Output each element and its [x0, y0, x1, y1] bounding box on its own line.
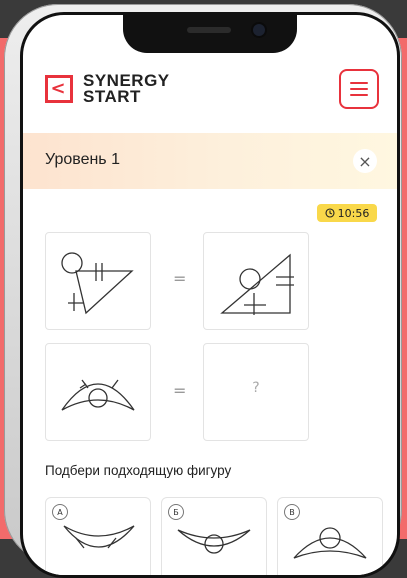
equals-sign: = — [173, 381, 187, 400]
clock-icon — [325, 208, 335, 218]
option-b[interactable]: Б — [161, 497, 267, 575]
hamburger-icon-line — [350, 82, 368, 84]
puzzle-card-answer: ? — [203, 343, 309, 441]
prompt-text: Подбери подходящую фигуру — [45, 463, 232, 478]
figure-crescent — [61, 379, 135, 411]
close-icon[interactable]: × — [353, 149, 377, 173]
logo-line-2: START — [83, 87, 141, 106]
option-a[interactable]: А — [45, 497, 151, 575]
hamburger-icon-line — [350, 88, 368, 90]
menu-button[interactable] — [339, 69, 379, 109]
option-c[interactable]: В — [277, 497, 383, 575]
equals-sign: = — [173, 269, 187, 288]
level-bar: Уровень 1 × — [23, 133, 397, 189]
timer-badge: 10:56 — [317, 204, 377, 222]
puzzle-card-1a — [45, 232, 151, 330]
camera-icon — [253, 24, 265, 36]
phone-frame: < SYNERGY START Уровень 1 × 10:56 = = ? … — [4, 4, 402, 578]
logo-text[interactable]: SYNERGY START — [83, 72, 170, 106]
figure-option-a — [63, 525, 135, 549]
level-title: Уровень 1 — [45, 151, 120, 168]
logo-mark: < — [50, 78, 66, 99]
close-glyph: × — [358, 151, 372, 171]
app-header: < SYNERGY START — [23, 53, 397, 133]
figure-triangle-circle — [61, 252, 134, 315]
timer-text: 10:56 — [337, 206, 370, 220]
figure-option-b — [177, 529, 251, 554]
logo-icon[interactable]: < — [45, 75, 73, 103]
puzzle-card-2a — [45, 343, 151, 441]
speaker-icon — [187, 27, 231, 33]
phone-notch — [123, 15, 297, 53]
figure-option-c — [293, 527, 367, 559]
unknown-mark: ? — [252, 380, 260, 396]
hamburger-icon-line — [350, 94, 368, 96]
puzzle-card-1b — [203, 232, 309, 330]
phone-screen: < SYNERGY START Уровень 1 × 10:56 = = ? … — [20, 12, 400, 578]
figure-triangle-circle-rotated — [220, 253, 294, 315]
